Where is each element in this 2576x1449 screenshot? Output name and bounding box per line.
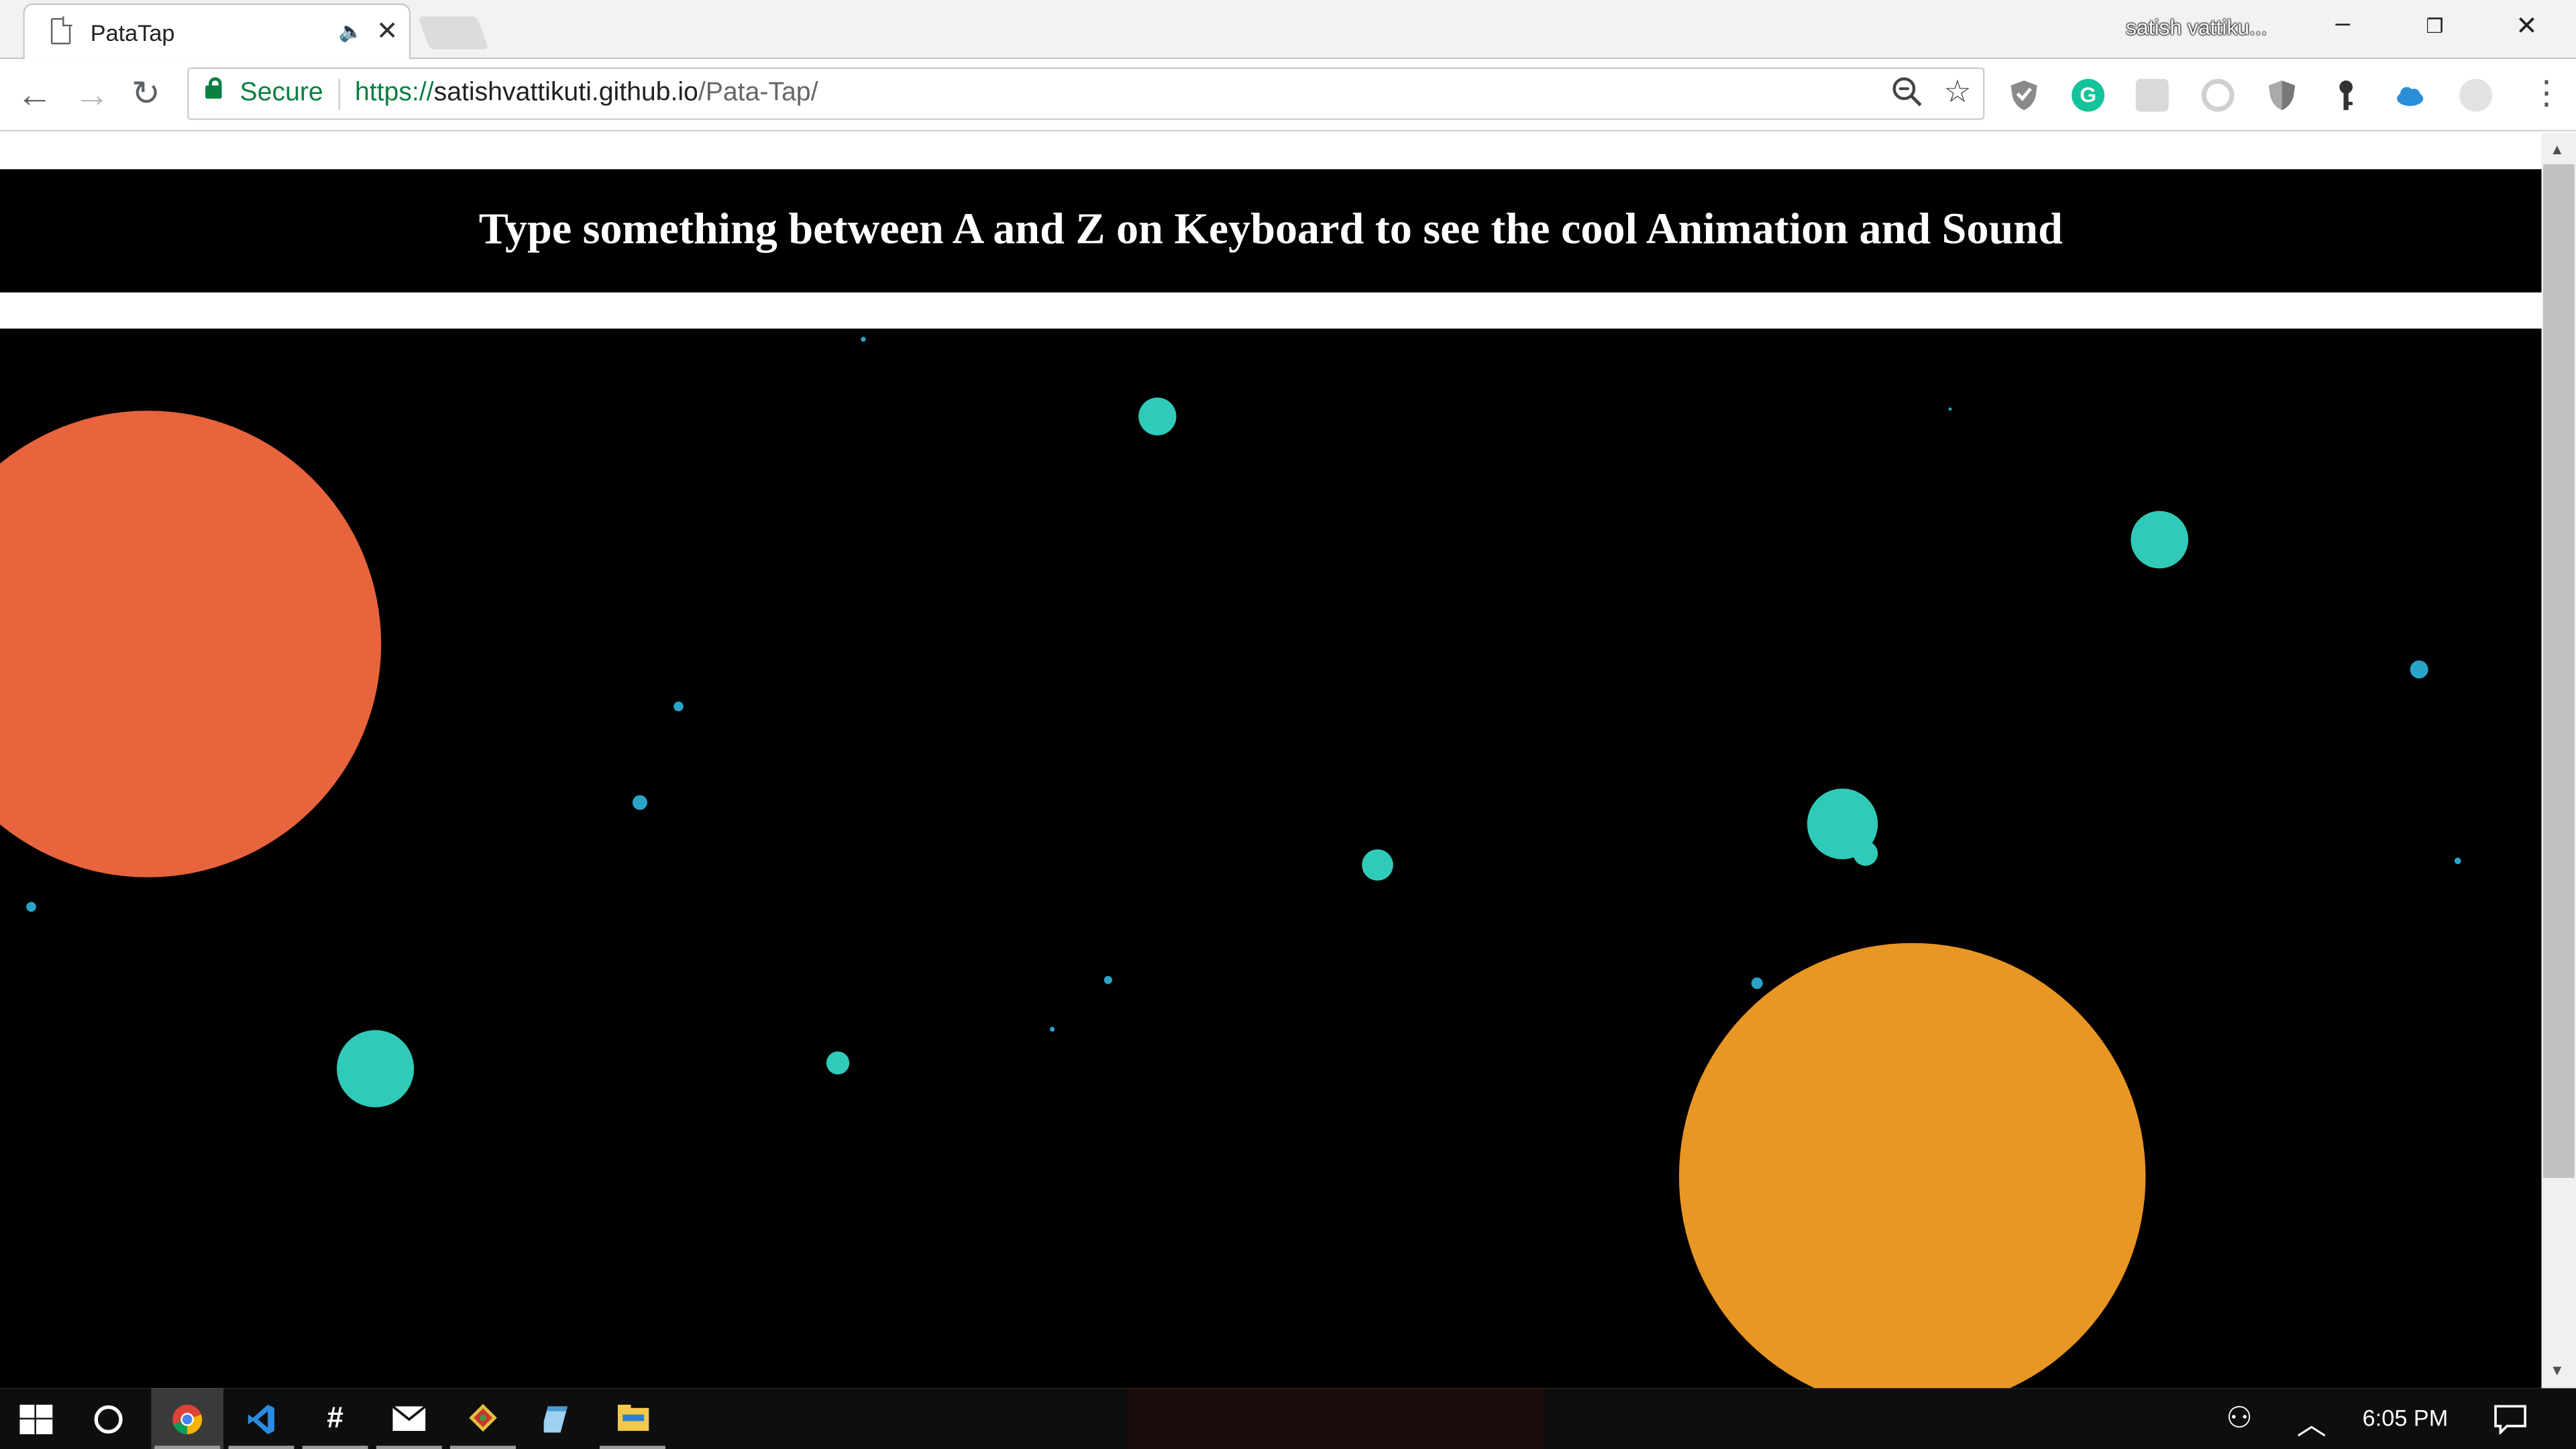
cloud-icon[interactable]: [2394, 79, 2426, 112]
shield-grey-icon[interactable]: [2265, 79, 2298, 112]
orange-circle: [1678, 943, 2146, 1389]
chrome-icon[interactable]: [151, 1388, 224, 1449]
blue-dot: [2410, 660, 2428, 679]
bookmark-star-icon[interactable]: ☆: [1943, 74, 1972, 111]
wallpaper-peek: [1127, 1388, 1545, 1449]
tab-patatap[interactable]: PataTap 🔈 ✕: [23, 3, 411, 60]
back-arrow-icon[interactable]: ←: [16, 74, 52, 117]
scroll-up-icon[interactable]: ▲: [2550, 142, 2565, 158]
key-icon[interactable]: [2330, 79, 2363, 112]
blue-dot: [1751, 977, 1763, 989]
close-window-button[interactable]: ✕: [2510, 10, 2543, 43]
document-icon: [50, 16, 72, 45]
vscode-icon[interactable]: [225, 1388, 298, 1449]
scroll-thumb[interactable]: [2543, 164, 2575, 1178]
minimize-button[interactable]: –: [2326, 10, 2359, 40]
mail-icon[interactable]: [373, 1388, 445, 1449]
blue-dot: [1948, 407, 1952, 411]
browser-toolbar: ← → ↻ Secure https://satishvattikuti.git…: [0, 59, 2576, 131]
teal-dot: [337, 1030, 415, 1108]
blue-dot: [2454, 857, 2461, 865]
notepad-icon[interactable]: [523, 1388, 595, 1449]
teal-dot: [2131, 511, 2189, 569]
reload-icon[interactable]: ↻: [131, 74, 160, 115]
running-indicator: [599, 1446, 665, 1449]
blue-dot: [861, 337, 866, 342]
teal-dot: [826, 1051, 850, 1075]
page-viewport: Type something between A and Z on Keyboa…: [0, 133, 2542, 1389]
forward-arrow-icon[interactable]: →: [74, 74, 110, 117]
running-indicator: [228, 1446, 294, 1449]
chevron-up-icon[interactable]: ︿: [2297, 1401, 2326, 1444]
animation-canvas[interactable]: [0, 328, 2542, 1389]
omnibox-divider: [338, 78, 340, 111]
url-text[interactable]: https://satishvattikuti.github.io/Pata-T…: [355, 79, 818, 109]
security-label[interactable]: Secure: [240, 79, 323, 109]
new-tab-button[interactable]: [417, 16, 489, 50]
url-host: satishvattikuti.github.io: [433, 78, 698, 107]
action-center-icon[interactable]: [2494, 1405, 2527, 1434]
running-indicator: [376, 1446, 442, 1449]
blue-dot: [632, 795, 647, 810]
restore-button[interactable]: ❐: [2418, 15, 2451, 38]
circle-ext-icon[interactable]: [2201, 78, 2235, 112]
grammarly-icon[interactable]: G: [2072, 78, 2105, 112]
scroll-down-icon[interactable]: ▼: [2550, 1362, 2565, 1378]
running-indicator: [302, 1446, 368, 1449]
people-icon[interactable]: ⚇: [2226, 1401, 2253, 1436]
blue-dot: [26, 902, 36, 912]
teal-dot: [1362, 849, 1393, 881]
system-clock[interactable]: 6:05 PM: [2363, 1405, 2449, 1431]
tab-title: PataTap: [90, 19, 175, 46]
windows-taskbar: # ⚇ ︿ 6:05 PM: [0, 1388, 2576, 1449]
vertical-scrollbar[interactable]: ▲ ▼: [2541, 133, 2576, 1389]
teal-dot: [1138, 397, 1177, 435]
speaker-icon[interactable]: 🔈: [338, 19, 363, 42]
instruction-banner: Type something between A and Z on Keyboa…: [0, 169, 2542, 292]
slack-icon[interactable]: #: [299, 1388, 372, 1449]
blue-dot: [1104, 975, 1112, 984]
profile-name[interactable]: satish vattiku...: [2126, 15, 2267, 40]
instruction-heading: Type something between A and Z on Keyboa…: [478, 203, 2063, 254]
shield-ext-icon[interactable]: [2008, 79, 2041, 112]
swirl-ext-icon[interactable]: [2459, 78, 2493, 112]
blue-dot: [1049, 1026, 1055, 1032]
windows-start-icon[interactable]: [0, 1388, 72, 1449]
file-explorer-icon[interactable]: [596, 1388, 669, 1449]
lock-icon: [205, 77, 222, 99]
active-indicator: [154, 1446, 221, 1449]
puzzle-ext-icon[interactable]: [2135, 78, 2169, 112]
blue-dot: [674, 701, 684, 712]
running-indicator: [450, 1446, 516, 1449]
url-path: /Pata-Tap/: [698, 78, 818, 107]
teal-dot: [1853, 841, 1878, 866]
git-icon[interactable]: [447, 1388, 519, 1449]
chrome-menu-icon[interactable]: ⋮: [2530, 72, 2563, 113]
address-bar[interactable]: Secure https://satishvattikuti.github.io…: [187, 67, 1985, 120]
zoom-icon[interactable]: [1891, 76, 1924, 117]
cortana-icon[interactable]: [72, 1388, 145, 1449]
close-tab-icon[interactable]: ✕: [376, 15, 398, 48]
slack-glyph: #: [327, 1401, 343, 1434]
tab-strip: PataTap 🔈 ✕ satish vattiku... – ❐ ✕: [0, 0, 2576, 60]
orange-red-circle: [0, 411, 382, 877]
url-scheme: https://: [354, 78, 434, 107]
